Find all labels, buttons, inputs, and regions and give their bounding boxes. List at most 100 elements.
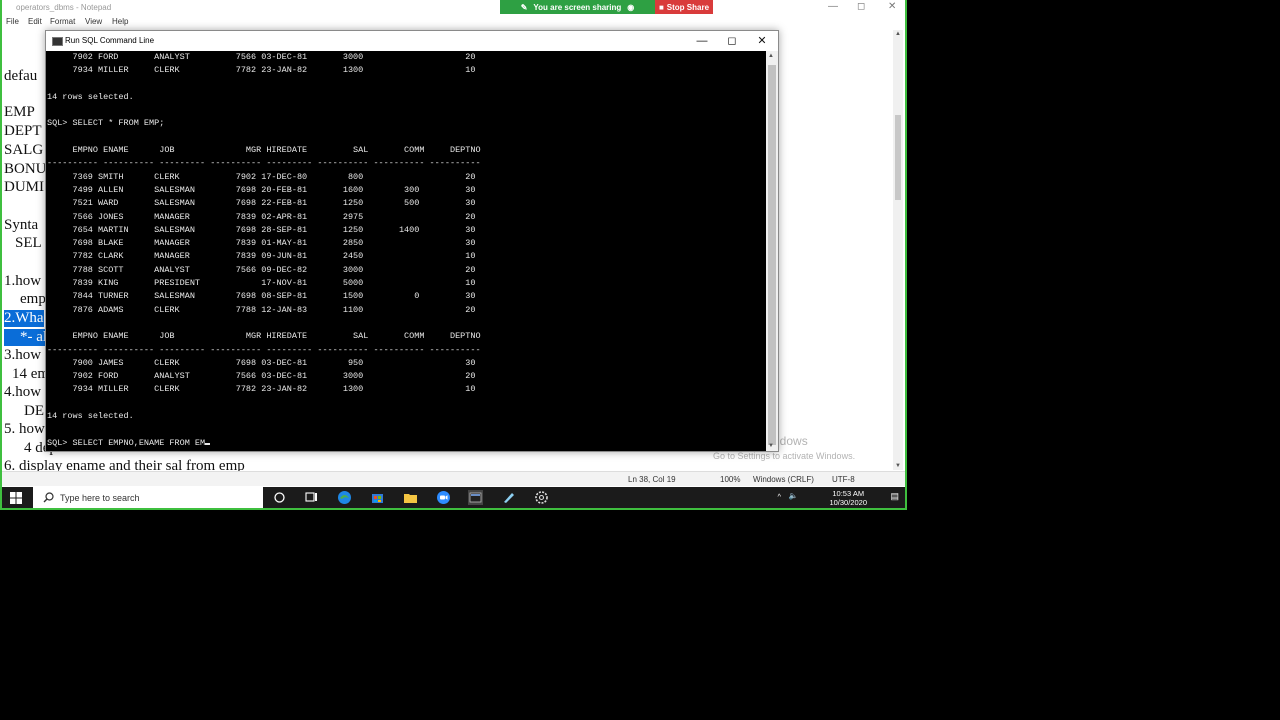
text-line: 14 em bbox=[12, 366, 50, 382]
console-line: 7499 ALLEN SALESMAN 7698 20-FEB-81 1600 … bbox=[47, 184, 476, 195]
taskbar: Type here to search ^ 🔈 10:53 AM 10/30/2… bbox=[2, 487, 905, 508]
sql-window-title: Run SQL Command Line bbox=[65, 36, 155, 45]
maximize-button[interactable]: ◻ bbox=[717, 31, 747, 51]
text-line: DE bbox=[24, 403, 44, 419]
text-line: defau bbox=[4, 68, 38, 84]
console-line: SQL> SELECT * FROM EMP; bbox=[47, 118, 165, 129]
close-button[interactable]: ✕ bbox=[747, 31, 777, 51]
sql-scrollbar[interactable]: ▲ ▼ bbox=[766, 51, 778, 451]
text-line: EMP bbox=[4, 104, 35, 120]
console-line: 7902 FORD ANALYST 7566 03-DEC-81 3000 20 bbox=[47, 371, 476, 382]
console-line: 7900 JAMES CLERK 7698 03-DEC-81 950 30 bbox=[47, 357, 476, 368]
console-line: 7788 SCOTT ANALYST 7566 09-DEC-82 3000 2… bbox=[47, 264, 476, 275]
stop-icon: ■ bbox=[658, 2, 664, 12]
clock-time: 10:53 AM bbox=[832, 489, 865, 498]
sql-command-line-window[interactable]: Run SQL Command Line — ◻ ✕ 7902 FORD ANA… bbox=[45, 30, 779, 452]
cursor-position: Ln 38, Col 19 bbox=[628, 475, 676, 484]
console-line: 7934 MILLER CLERK 7782 23-JAN-82 1300 10 bbox=[47, 384, 476, 395]
notepad-minimize-button[interactable]: — bbox=[828, 1, 838, 12]
search-placeholder: Type here to search bbox=[60, 493, 140, 503]
console-line: 7521 WARD SALESMAN 7698 22-FEB-81 1250 5… bbox=[47, 198, 476, 209]
zoom-app-icon[interactable] bbox=[436, 490, 451, 505]
menu-edit[interactable]: Edit bbox=[28, 17, 42, 26]
text-line: emp bbox=[20, 291, 46, 307]
scroll-thumb[interactable] bbox=[895, 115, 901, 200]
windows-start-icon[interactable] bbox=[10, 492, 22, 504]
text-line: 5. how bbox=[4, 421, 45, 437]
scroll-down-icon[interactable]: ▼ bbox=[768, 443, 774, 449]
console-text: 7902 FORD ANALYST 7566 03-DEC-81 3000 20… bbox=[46, 51, 766, 450]
selected-text-line: 2.Wha bbox=[4, 310, 44, 327]
text-line: SEL bbox=[15, 235, 42, 251]
menu-help[interactable]: Help bbox=[112, 17, 128, 26]
text-line: DEPT bbox=[4, 123, 42, 139]
store-icon[interactable] bbox=[370, 490, 385, 505]
sql-titlebar[interactable]: Run SQL Command Line — ◻ ✕ bbox=[46, 31, 778, 51]
menu-view[interactable]: View bbox=[85, 17, 102, 26]
menu-format[interactable]: Format bbox=[50, 17, 75, 26]
stop-share-label: Stop Share bbox=[666, 2, 710, 12]
settings-gear-icon[interactable] bbox=[534, 490, 549, 505]
encoding: UTF-8 bbox=[832, 475, 855, 484]
console-line: 7566 JONES MANAGER 7839 02-APR-81 2975 2… bbox=[47, 211, 476, 222]
console-lines: 7902 FORD ANALYST 7566 03-DEC-81 3000 20… bbox=[47, 52, 481, 448]
clock-date: 10/30/2020 bbox=[829, 498, 867, 507]
text-cursor bbox=[205, 442, 211, 445]
console-icon bbox=[52, 37, 63, 46]
scroll-up-icon[interactable]: ▲ bbox=[768, 53, 774, 59]
chevron-up-icon[interactable]: ^ bbox=[777, 492, 781, 501]
text-line: 3.how bbox=[4, 347, 42, 363]
taskbar-search-box[interactable]: Type here to search bbox=[33, 487, 263, 508]
sharing-status: ✎ You are screen sharing ◉ bbox=[500, 0, 655, 14]
line-ending: Windows (CRLF) bbox=[753, 475, 814, 484]
notification-center-icon[interactable]: ▤ bbox=[890, 491, 899, 502]
text-line: BONU bbox=[4, 161, 47, 177]
console-line: 7698 BLAKE MANAGER 7839 01-MAY-81 2850 3… bbox=[47, 238, 476, 249]
console-line: 7934 MILLER CLERK 7782 23-JAN-82 1300 10 bbox=[47, 65, 476, 76]
notepad-title: operators_dbms - Notepad bbox=[16, 3, 112, 12]
console-line: SQL> SELECT EMPNO,ENAME FROM EM bbox=[47, 437, 206, 448]
cortana-icon[interactable] bbox=[272, 490, 287, 505]
console-line: ---------- ---------- --------- --------… bbox=[47, 158, 481, 169]
notepad-titlebar: operators_dbms - Notepad — ◻ ✕ bbox=[2, 0, 905, 15]
scroll-down-icon[interactable]: ▼ bbox=[895, 463, 901, 469]
edge-browser-icon[interactable] bbox=[337, 490, 352, 505]
notepad-app-icon[interactable] bbox=[501, 490, 516, 505]
text-line: 1.how bbox=[4, 273, 42, 289]
stop-share-button[interactable]: ■ Stop Share bbox=[655, 0, 713, 14]
console-line: 7654 MARTIN SALESMAN 7698 28-SEP-81 1250… bbox=[47, 224, 476, 235]
notepad-maximize-button[interactable]: ◻ bbox=[857, 1, 865, 12]
console-line: ---------- ---------- --------- --------… bbox=[47, 344, 481, 355]
selected-text-line: *- al bbox=[4, 329, 47, 346]
shared-screen: operators_dbms - Notepad — ◻ ✕ ✎ You are… bbox=[0, 0, 907, 510]
console-line: EMPNO ENAME JOB MGR HIREDATE SAL COMM DE… bbox=[47, 331, 481, 342]
minimize-button[interactable]: — bbox=[687, 31, 717, 51]
console-line: 7369 SMITH CLERK 7902 17-DEC-80 800 20 bbox=[47, 171, 476, 182]
notepad-scrollbar[interactable]: ▲ ▼ bbox=[893, 30, 903, 470]
speaker-icon[interactable]: 🔈 bbox=[789, 491, 798, 500]
scroll-up-icon[interactable]: ▲ bbox=[895, 31, 901, 37]
text-line: SALG bbox=[4, 142, 44, 158]
console-line: 7782 CLARK MANAGER 7839 09-JUN-81 2450 1… bbox=[47, 251, 476, 262]
task-view-icon[interactable] bbox=[304, 490, 319, 505]
text-line: Synta bbox=[4, 217, 39, 233]
screen-share-toolbar: ✎ You are screen sharing ◉ ■ Stop Share bbox=[500, 0, 713, 14]
search-icon bbox=[43, 492, 54, 503]
sharing-message: You are screen sharing bbox=[533, 2, 622, 12]
zoom-level: 100% bbox=[720, 475, 741, 484]
console-line: 14 rows selected. bbox=[47, 91, 134, 102]
console-line: 14 rows selected. bbox=[47, 411, 134, 422]
taskbar-clock[interactable]: 10:53 AM 10/30/2020 bbox=[829, 489, 867, 507]
sql-console-app-icon[interactable] bbox=[468, 490, 483, 505]
text-line: 4.how bbox=[4, 384, 42, 400]
watermark-subtitle: Go to Settings to activate Windows. bbox=[713, 451, 856, 461]
console-line: 7844 TURNER SALESMAN 7698 08-SEP-81 1500… bbox=[47, 291, 476, 302]
file-explorer-icon[interactable] bbox=[403, 490, 418, 505]
menu-file[interactable]: File bbox=[6, 17, 19, 26]
sql-console-output[interactable]: 7902 FORD ANALYST 7566 03-DEC-81 3000 20… bbox=[46, 51, 766, 451]
console-line: 7839 KING PRESIDENT 17-NOV-81 5000 10 bbox=[47, 278, 476, 289]
scroll-thumb[interactable] bbox=[768, 65, 776, 445]
notepad-close-button[interactable]: ✕ bbox=[888, 1, 896, 12]
console-line: 7902 FORD ANALYST 7566 03-DEC-81 3000 20 bbox=[47, 52, 476, 62]
console-line: 7876 ADAMS CLERK 7788 12-JAN-83 1100 20 bbox=[47, 304, 476, 315]
